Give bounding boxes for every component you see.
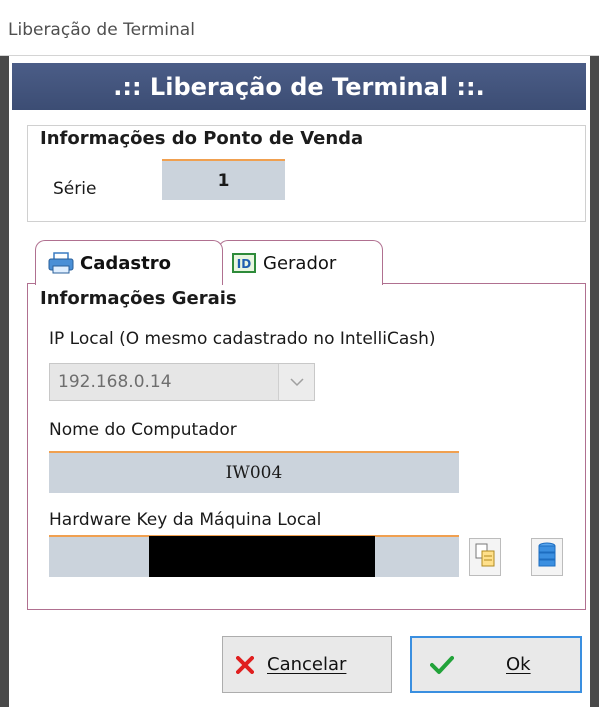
ok-label: Ok [506,654,531,675]
ip-label: IP Local (O mesmo cadastrado no IntelliC… [49,329,436,349]
tab-cadastro-label: Cadastro [80,252,171,274]
check-icon [412,655,472,675]
header-banner: .:: Liberação de Terminal ::. [12,63,586,110]
computer-name-label: Nome do Computador [49,420,237,440]
tab-gerador-label: Gerador [263,252,337,274]
cancel-button[interactable]: Cancelar [222,636,392,693]
title-bar: Liberação de Terminal [0,0,599,56]
serie-label: Série [53,179,97,199]
printer-icon [48,252,74,274]
general-info-title: Informações Gerais [40,288,237,309]
tab-cadastro[interactable]: Cadastro [35,240,223,285]
id-icon: ID [231,252,257,274]
serie-value: 1 [217,170,230,191]
tab-gerador[interactable]: ID Gerador [218,240,383,285]
ip-select[interactable]: 192.168.0.14 [49,363,315,401]
pdv-group-title: Informações do Ponto de Venda [40,128,364,149]
redaction-bar [149,536,375,577]
window-title: Liberação de Terminal [8,20,195,40]
copy-button[interactable] [469,538,501,576]
ip-value: 192.168.0.14 [58,372,172,392]
database-icon [537,542,557,572]
ok-button[interactable]: Ok [410,636,582,693]
database-button[interactable] [531,538,563,576]
dialog-window: Liberação de Terminal .:: Liberação de T… [0,0,599,707]
chevron-down-icon[interactable] [278,364,314,400]
svg-text:ID: ID [237,257,251,271]
copy-icon [474,543,496,571]
cancel-label: Cancelar [267,654,347,675]
computer-name-field[interactable]: IW004 [49,451,459,493]
serie-field[interactable]: 1 [162,159,285,200]
close-icon [223,655,267,674]
hardware-key-label: Hardware Key da Máquina Local [49,510,322,530]
header-title: .:: Liberação de Terminal ::. [113,72,485,101]
computer-name-value: IW004 [225,463,283,483]
